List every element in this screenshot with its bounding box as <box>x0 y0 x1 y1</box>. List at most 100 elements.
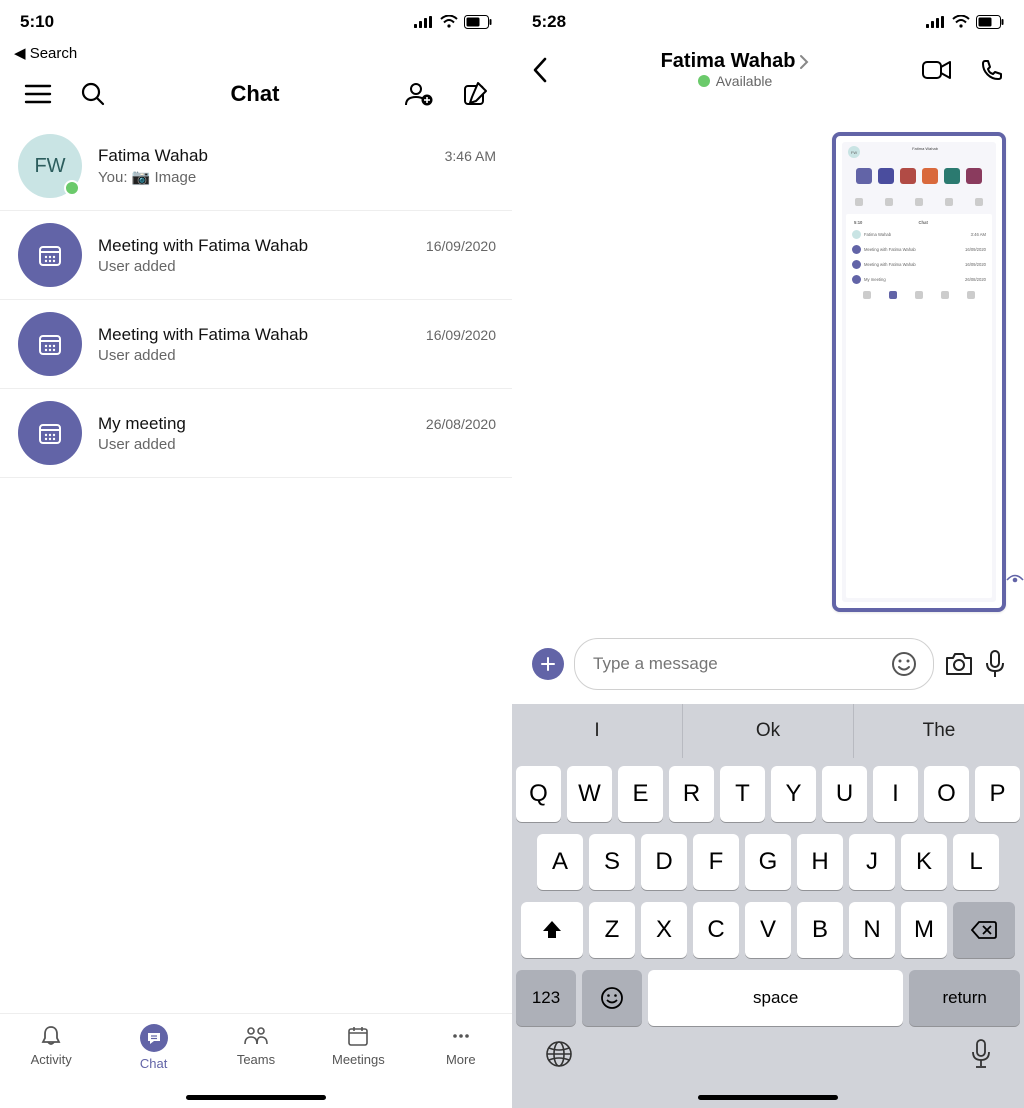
key-r[interactable]: R <box>669 766 714 822</box>
battery-icon <box>464 15 492 29</box>
conversation-title[interactable]: Fatima Wahab <box>661 50 810 73</box>
chat-time: 3:46 AM <box>445 148 496 164</box>
suggestion-row: I Ok The <box>512 704 1024 758</box>
sent-image-attachment[interactable]: FW Fatima Wahab 5:10Chat <box>832 132 1006 612</box>
video-call-icon[interactable] <box>922 59 952 81</box>
key-v[interactable]: V <box>745 902 791 958</box>
back-icon[interactable] <box>532 56 548 84</box>
meeting-avatar <box>18 312 82 376</box>
chat-item[interactable]: Meeting with Fatima Wahab 16/09/2020 Use… <box>0 211 512 300</box>
chat-icon <box>140 1024 168 1052</box>
chat-preview: You: 📷 Image <box>98 168 496 186</box>
tab-bar: Activity Chat Teams Meetings More <box>0 1013 512 1108</box>
key-shift[interactable] <box>521 902 583 958</box>
add-contact-icon[interactable] <box>404 81 434 107</box>
key-emoji[interactable] <box>582 970 642 1026</box>
key-k[interactable]: K <box>901 834 947 890</box>
home-indicator[interactable] <box>698 1095 838 1100</box>
signal-icon <box>926 16 946 28</box>
contact-name: Fatima Wahab <box>661 50 796 73</box>
key-numbers[interactable]: 123 <box>516 970 576 1026</box>
key-x[interactable]: X <box>641 902 687 958</box>
key-a[interactable]: A <box>537 834 583 890</box>
key-p[interactable]: P <box>975 766 1020 822</box>
presence-available-icon <box>698 75 710 87</box>
key-backspace[interactable] <box>953 902 1015 958</box>
message-area[interactable]: FW Fatima Wahab 5:10Chat <box>512 99 1024 628</box>
status-time: 5:10 <box>20 12 54 32</box>
chat-list[interactable]: FW Fatima Wahab 3:46 AM You: 📷 Image Mee… <box>0 122 512 1013</box>
key-h[interactable]: H <box>797 834 843 890</box>
battery-icon <box>976 15 1004 29</box>
presence-available-icon <box>64 180 80 196</box>
key-m[interactable]: M <box>901 902 947 958</box>
key-e[interactable]: E <box>618 766 663 822</box>
key-w[interactable]: W <box>567 766 612 822</box>
key-t[interactable]: T <box>720 766 765 822</box>
avatar: FW <box>18 134 82 198</box>
message-input[interactable] <box>591 653 881 675</box>
key-q[interactable]: Q <box>516 766 561 822</box>
key-return[interactable]: return <box>909 970 1020 1026</box>
mic-icon[interactable] <box>984 649 1006 679</box>
keyboard: I Ok The Q W E R T Y U I O P A S D F G H… <box>512 704 1024 1108</box>
home-indicator[interactable] <box>186 1095 326 1100</box>
tab-more[interactable]: More <box>416 1024 506 1067</box>
key-j[interactable]: J <box>849 834 895 890</box>
bell-icon <box>39 1024 63 1048</box>
nav-bar: Chat <box>0 66 512 122</box>
key-space[interactable]: space <box>648 970 903 1026</box>
attach-button[interactable] <box>532 648 564 680</box>
tab-label: Teams <box>237 1052 275 1067</box>
key-n[interactable]: N <box>849 902 895 958</box>
camera-icon[interactable] <box>944 651 974 677</box>
key-l[interactable]: L <box>953 834 999 890</box>
key-u[interactable]: U <box>822 766 867 822</box>
tab-label: Chat <box>140 1056 167 1071</box>
tab-label: More <box>446 1052 476 1067</box>
chat-item[interactable]: My meeting 26/08/2020 User added <box>0 389 512 478</box>
suggestion[interactable]: The <box>854 704 1024 758</box>
key-f[interactable]: F <box>693 834 739 890</box>
tab-meetings[interactable]: Meetings <box>313 1024 403 1067</box>
tab-activity[interactable]: Activity <box>6 1024 96 1067</box>
chat-item[interactable]: FW Fatima Wahab 3:46 AM You: 📷 Image <box>0 122 512 211</box>
chat-name: Meeting with Fatima Wahab <box>98 325 308 345</box>
key-d[interactable]: D <box>641 834 687 890</box>
emoji-icon[interactable] <box>891 651 917 677</box>
chat-preview: User added <box>98 258 496 275</box>
chat-list-screen: 5:10 ◀ Search Chat <box>0 0 512 1108</box>
key-s[interactable]: S <box>589 834 635 890</box>
signal-icon <box>414 16 434 28</box>
image-thumbnail: FW Fatima Wahab 5:10Chat <box>842 142 996 602</box>
dictation-icon[interactable] <box>970 1038 992 1070</box>
key-i[interactable]: I <box>873 766 918 822</box>
suggestion[interactable]: Ok <box>683 704 854 758</box>
calendar-icon <box>346 1024 370 1048</box>
compose-icon[interactable] <box>462 81 488 107</box>
avatar-initials: FW <box>34 155 65 178</box>
key-g[interactable]: G <box>745 834 791 890</box>
presence-label: Available <box>716 73 773 89</box>
key-c[interactable]: C <box>693 902 739 958</box>
menu-icon[interactable] <box>24 83 52 105</box>
calendar-icon <box>37 420 63 446</box>
audio-call-icon[interactable] <box>980 58 1004 82</box>
key-z[interactable]: Z <box>589 902 635 958</box>
key-o[interactable]: O <box>924 766 969 822</box>
search-icon[interactable] <box>80 81 106 107</box>
chat-time: 16/09/2020 <box>426 238 496 254</box>
calendar-icon <box>37 331 63 357</box>
key-y[interactable]: Y <box>771 766 816 822</box>
chat-item[interactable]: Meeting with Fatima Wahab 16/09/2020 Use… <box>0 300 512 389</box>
back-to-search[interactable]: ◀ Search <box>0 44 512 66</box>
conversation-header: Fatima Wahab Available <box>512 44 1024 99</box>
key-b[interactable]: B <box>797 902 843 958</box>
status-bar: 5:10 <box>0 0 512 44</box>
tab-label: Activity <box>31 1052 72 1067</box>
tab-teams[interactable]: Teams <box>211 1024 301 1067</box>
tab-chat[interactable]: Chat <box>109 1024 199 1071</box>
suggestion[interactable]: I <box>512 704 683 758</box>
globe-icon[interactable] <box>544 1039 574 1069</box>
status-time: 5:28 <box>532 12 566 32</box>
